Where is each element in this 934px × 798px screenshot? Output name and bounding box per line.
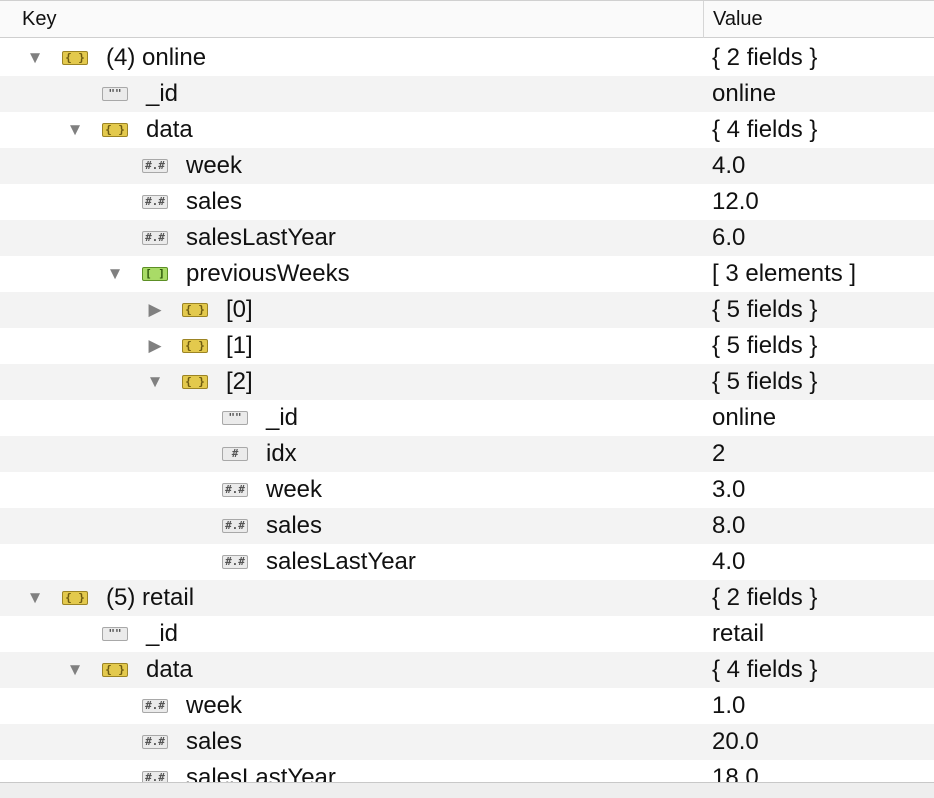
row-value: 8.0 — [712, 512, 746, 539]
tree-row[interactable]: #.# salesLastYear 6.0 — [0, 220, 934, 256]
horizontal-scrollbar[interactable] — [0, 782, 934, 798]
value-column-header[interactable]: Value — [703, 1, 934, 38]
collapse-triangle-icon[interactable]: ▼ — [105, 256, 125, 292]
row-value: retail — [712, 620, 765, 647]
tree-row[interactable]: ▼ { } data { 4 fields } — [0, 112, 934, 148]
tree-row[interactable]: # idx 2 — [0, 436, 934, 472]
tree-row[interactable]: "" _id online — [0, 400, 934, 436]
row-key: [0] — [226, 296, 253, 323]
row-value: { 4 fields } — [712, 656, 818, 683]
row-value: 12.0 — [712, 188, 759, 215]
string-icon: "" — [222, 411, 248, 425]
collapse-triangle-icon[interactable]: ▼ — [65, 112, 85, 148]
collapse-triangle-icon[interactable]: ▼ — [145, 364, 165, 400]
tree-row[interactable]: ▶ { } [0] { 5 fields } — [0, 292, 934, 328]
tree-row[interactable]: ▼ { } [2] { 5 fields } — [0, 364, 934, 400]
row-key: [2] — [226, 368, 253, 395]
row-value: 4.0 — [712, 152, 746, 179]
double-icon: #.# — [222, 519, 248, 533]
row-key: salesLastYear — [266, 548, 416, 575]
tree-row[interactable]: ▼ { } (4) online { 2 fields } — [0, 40, 934, 76]
tree-row[interactable]: #.# sales 8.0 — [0, 508, 934, 544]
row-key: salesLastYear — [186, 224, 336, 251]
expand-triangle-icon[interactable]: ▶ — [145, 292, 165, 328]
tree-row[interactable]: #.# week 4.0 — [0, 148, 934, 184]
double-icon: #.# — [222, 483, 248, 497]
tree-row[interactable]: ▼ [ ] previousWeeks [ 3 elements ] — [0, 256, 934, 292]
row-key: data — [146, 656, 193, 683]
double-icon: #.# — [142, 699, 168, 713]
row-key: _id — [146, 620, 179, 647]
row-value: { 2 fields } — [712, 584, 818, 611]
document-icon: { } — [182, 339, 208, 353]
tree-row[interactable]: ▼ { } (5) retail { 2 fields } — [0, 580, 934, 616]
row-key: previousWeeks — [186, 260, 350, 287]
row-value: 20.0 — [712, 728, 759, 755]
row-key: sales — [266, 512, 323, 539]
document-tree-view: Key Value ▼ { } (4) online { 2 fields } "" _i… — [0, 0, 934, 798]
row-value: online — [712, 80, 777, 107]
row-key: idx — [266, 440, 297, 467]
row-value: 3.0 — [712, 476, 746, 503]
collapse-triangle-icon[interactable]: ▼ — [65, 652, 85, 688]
tree-row[interactable]: #.# sales 20.0 — [0, 724, 934, 760]
tree-row[interactable]: "" _id online — [0, 76, 934, 112]
row-key: [1] — [226, 332, 253, 359]
tree-row[interactable]: #.# week 1.0 — [0, 688, 934, 724]
tree-row[interactable]: ▼ { } data { 4 fields } — [0, 652, 934, 688]
row-value: 4.0 — [712, 548, 746, 575]
row-key: sales — [186, 728, 243, 755]
integer-icon: # — [222, 447, 248, 461]
row-key: (5) retail — [106, 584, 195, 611]
row-key: data — [146, 116, 193, 143]
row-key: week — [186, 152, 243, 179]
row-key: sales — [186, 188, 243, 215]
row-value: 6.0 — [712, 224, 746, 251]
tree-row[interactable]: #.# salesLastYear 4.0 — [0, 544, 934, 580]
document-icon: { } — [182, 375, 208, 389]
expand-triangle-icon[interactable]: ▶ — [145, 328, 165, 364]
double-icon: #.# — [222, 555, 248, 569]
double-icon: #.# — [142, 231, 168, 245]
document-icon: { } — [102, 663, 128, 677]
tree-row[interactable]: #.# sales 12.0 — [0, 184, 934, 220]
row-value: 2 — [712, 440, 726, 467]
collapse-triangle-icon[interactable]: ▼ — [25, 40, 45, 76]
row-value: [ 3 elements ] — [712, 260, 857, 287]
string-icon: "" — [102, 87, 128, 101]
array-icon: [ ] — [142, 267, 168, 281]
tree-row[interactable]: ▶ { } [1] { 5 fields } — [0, 328, 934, 364]
row-value: 1.0 — [712, 692, 746, 719]
row-value: { 4 fields } — [712, 116, 818, 143]
double-icon: #.# — [142, 735, 168, 749]
string-icon: "" — [102, 627, 128, 641]
row-key: week — [266, 476, 323, 503]
tree-row[interactable]: "" _id retail — [0, 616, 934, 652]
collapse-triangle-icon[interactable]: ▼ — [25, 580, 45, 616]
row-value: online — [712, 404, 777, 431]
tree-row[interactable]: #.# week 3.0 — [0, 472, 934, 508]
document-icon: { } — [102, 123, 128, 137]
row-value: { 5 fields } — [712, 368, 818, 395]
document-icon: { } — [62, 51, 88, 65]
row-key: _id — [146, 80, 179, 107]
document-icon: { } — [62, 591, 88, 605]
row-value: { 2 fields } — [712, 44, 818, 71]
document-icon: { } — [182, 303, 208, 317]
row-value: { 5 fields } — [712, 332, 818, 359]
double-icon: #.# — [142, 159, 168, 173]
key-column-header[interactable]: Key — [0, 1, 703, 38]
row-key: week — [186, 692, 243, 719]
double-icon: #.# — [142, 195, 168, 209]
column-header: Key Value — [0, 0, 934, 38]
row-key: (4) online — [106, 44, 207, 71]
row-key: _id — [266, 404, 299, 431]
row-value: { 5 fields } — [712, 296, 818, 323]
